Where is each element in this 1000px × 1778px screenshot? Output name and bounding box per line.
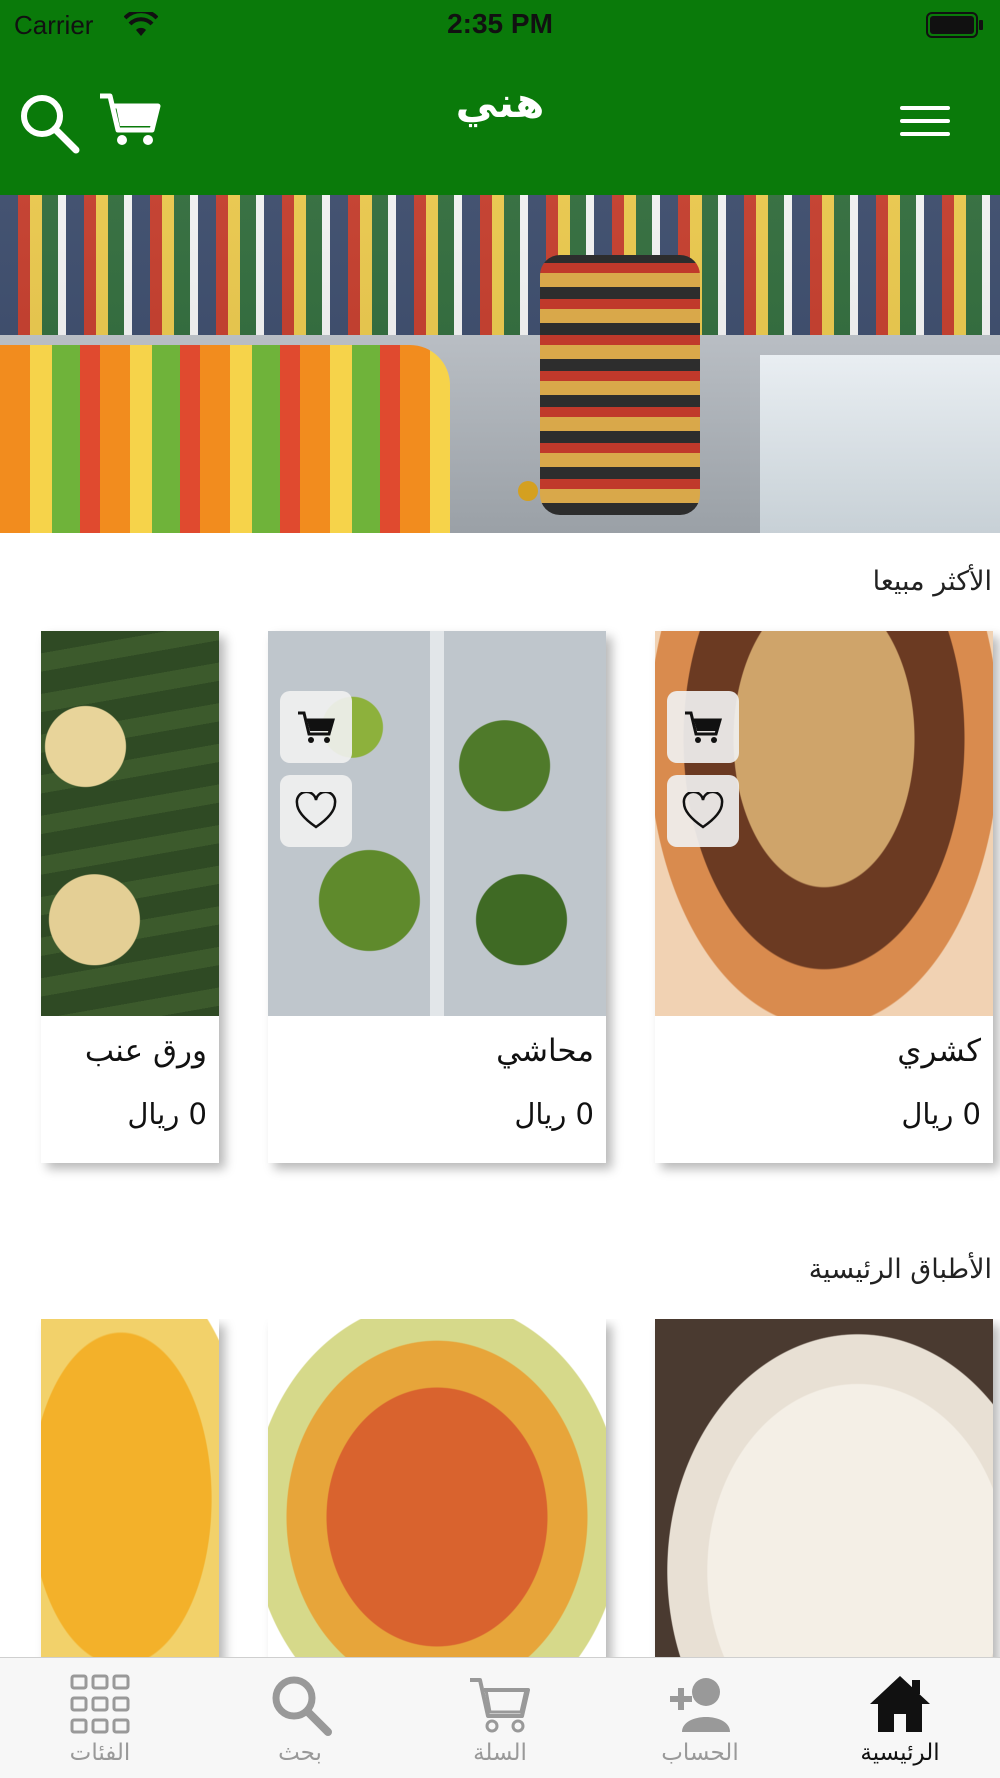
tab-categories[interactable]: الفئات — [0, 1658, 200, 1778]
product-name: ورق عنب — [84, 1033, 207, 1069]
product-price: 0 ريال — [127, 1097, 207, 1131]
add-to-cart-button[interactable] — [667, 691, 739, 763]
product-card[interactable] — [268, 1319, 606, 1657]
cart-icon — [470, 1678, 530, 1733]
product-card[interactable]: كشري 0 ريال — [655, 631, 993, 1163]
product-card[interactable]: محاشي 0 ريال — [268, 631, 606, 1163]
product-price: 0 ريال — [901, 1097, 981, 1131]
tab-label: بحث — [278, 1740, 322, 1766]
tab-account[interactable]: الحساب — [600, 1658, 800, 1778]
best-sellers-row[interactable]: كشري 0 ريال محاشي 0 ريال ورق عنب 0 ريال — [0, 631, 1000, 1163]
app-title: هني — [455, 78, 545, 127]
banner-carousel[interactable] — [0, 195, 1000, 533]
product-card[interactable]: ورق عنب 0 ريال — [41, 631, 219, 1163]
tab-bar: الرئيسية الحساب السلة بحث الفئات — [0, 1657, 1000, 1778]
heart-icon — [295, 792, 337, 829]
cart-icon — [298, 711, 335, 743]
product-image — [655, 1319, 993, 1657]
menu-icon[interactable] — [900, 106, 950, 142]
status-bar: Carrier 2:35 PM — [0, 0, 1000, 52]
product-card[interactable] — [41, 1319, 219, 1657]
section-title-best-sellers: الأكثر مبيعا — [872, 566, 992, 597]
add-to-cart-button[interactable] — [280, 691, 352, 763]
section-title-main-dishes: الأطباق الرئيسية — [808, 1254, 992, 1285]
tab-search[interactable]: بحث — [200, 1658, 400, 1778]
status-time: 2:35 PM — [447, 8, 553, 39]
tab-label: السلة — [473, 1740, 527, 1766]
main-dishes-row[interactable] — [0, 1319, 1000, 1657]
tab-home[interactable]: الرئيسية — [800, 1658, 1000, 1778]
product-name: محاشي — [496, 1033, 594, 1069]
battery-icon — [926, 12, 983, 38]
grid-icon — [70, 1674, 130, 1734]
product-image — [268, 1319, 606, 1657]
carousel-page-dot[interactable] — [518, 481, 538, 501]
search-icon — [272, 1676, 332, 1736]
add-user-icon — [670, 1678, 730, 1732]
cart-icon — [685, 711, 722, 743]
heart-icon — [682, 792, 724, 829]
tab-label: الحساب — [661, 1740, 739, 1766]
product-card[interactable] — [655, 1319, 993, 1657]
favorite-button[interactable] — [280, 775, 352, 847]
tab-label: الرئيسية — [860, 1740, 940, 1766]
product-image — [41, 1319, 219, 1657]
product-name: كشري — [897, 1033, 981, 1069]
product-image — [41, 631, 219, 1016]
tab-label: الفئات — [69, 1740, 131, 1766]
tab-cart[interactable]: السلة — [400, 1658, 600, 1778]
navigation-bar: هني — [0, 52, 1000, 195]
favorite-button[interactable] — [667, 775, 739, 847]
home-icon — [870, 1676, 930, 1732]
product-price: 0 ريال — [514, 1097, 594, 1131]
